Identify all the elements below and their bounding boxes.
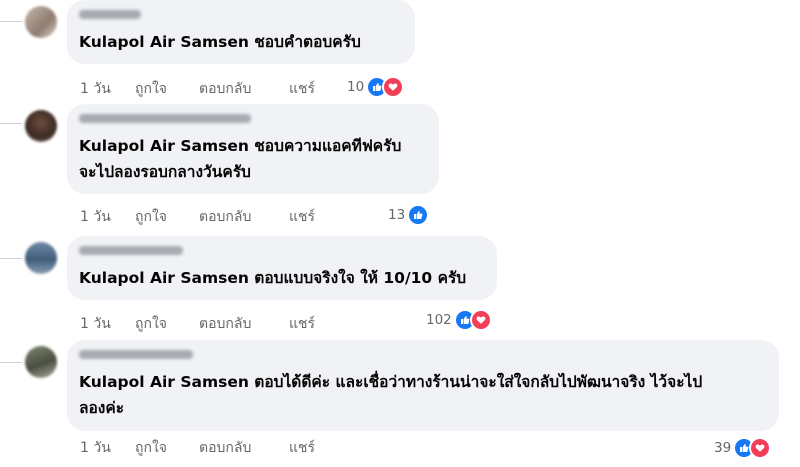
comment-text: Kulapol Air Samsen ตอบแบบจริงใจ ให้ 10/1… (79, 269, 467, 287)
like-button[interactable]: ถูกใจ (135, 78, 167, 100)
love-icon (749, 437, 772, 459)
timestamp[interactable]: 1 วัน (80, 313, 111, 335)
like-icon (407, 204, 430, 226)
comment-bubble: Kulapol Air Samsen ตอบแบบจริงใจ ให้ 10/1… (67, 236, 497, 300)
timestamp[interactable]: 1 วัน (80, 78, 111, 100)
like-button[interactable]: ถูกใจ (135, 437, 167, 459)
author-name[interactable] (79, 10, 141, 19)
comment-bubble: Kulapol Air Samsen ชอบคำตอบครับ (67, 0, 415, 64)
reaction-count: 102 (426, 312, 452, 328)
reaction-summary[interactable]: 13 (388, 204, 430, 226)
author-name[interactable] (79, 350, 193, 359)
reply-button[interactable]: ตอบกลับ (199, 437, 251, 459)
timestamp[interactable]: 1 วัน (80, 437, 111, 459)
reaction-summary[interactable]: 39 (714, 437, 772, 459)
reaction-summary[interactable]: 102 (426, 309, 492, 331)
reaction-count: 39 (714, 440, 732, 456)
avatar[interactable] (25, 346, 57, 378)
reply-button[interactable]: ตอบกลับ (199, 206, 251, 228)
share-button[interactable]: แชร์ (289, 313, 315, 335)
thread-line (0, 362, 22, 363)
comment-text: Kulapol Air Samsen ตอบได้ดีค่ะ และเชื่อว… (79, 373, 703, 391)
thread-line (0, 21, 22, 22)
author-name[interactable] (79, 114, 251, 123)
comment-bubble: Kulapol Air Samsen ชอบความแอคทีฟครับ จะไ… (67, 104, 439, 194)
comment-bubble: Kulapol Air Samsen ตอบได้ดีค่ะ และเชื่อว… (67, 340, 779, 431)
avatar[interactable] (25, 6, 57, 38)
like-button[interactable]: ถูกใจ (135, 313, 167, 335)
comment-text: Kulapol Air Samsen ชอบความแอคทีฟครับ (79, 137, 402, 155)
comment-text: Kulapol Air Samsen ชอบคำตอบครับ (79, 33, 361, 51)
reaction-summary[interactable]: 10 (347, 76, 405, 98)
love-icon (382, 76, 405, 98)
share-button[interactable]: แชร์ (289, 206, 315, 228)
avatar[interactable] (25, 110, 57, 142)
avatar[interactable] (25, 242, 57, 274)
share-button[interactable]: แชร์ (289, 78, 315, 100)
like-button[interactable]: ถูกใจ (135, 206, 167, 228)
timestamp[interactable]: 1 วัน (80, 206, 111, 228)
love-icon (469, 309, 492, 331)
comment-text: จะไปลองรอบกลางวันครับ (79, 163, 251, 181)
reaction-count: 10 (347, 79, 365, 95)
thread-line (0, 123, 22, 124)
reply-button[interactable]: ตอบกลับ (199, 78, 251, 100)
share-button[interactable]: แชร์ (289, 437, 315, 459)
author-name[interactable] (79, 246, 183, 255)
reaction-count: 13 (388, 207, 406, 223)
comment-text: ลองค่ะ (79, 399, 125, 417)
thread-line (0, 258, 22, 259)
reply-button[interactable]: ตอบกลับ (199, 313, 251, 335)
